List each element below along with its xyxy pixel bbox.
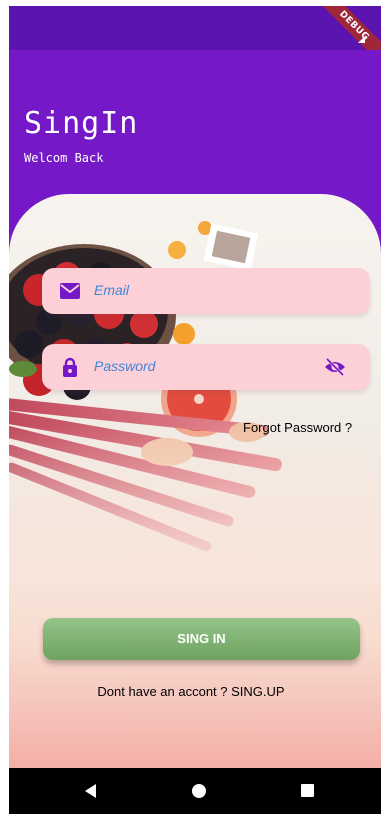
eye-off-icon[interactable] — [324, 357, 346, 377]
background-fade — [9, 424, 381, 584]
signal-icon — [358, 36, 365, 43]
forgot-password-link[interactable]: Forgot Password ? — [243, 420, 352, 435]
mail-icon — [60, 283, 80, 299]
status-bar: DEBUG — [9, 6, 381, 71]
sign-up-link[interactable]: Dont have an accont ? SING.UP — [0, 684, 382, 699]
android-nav-bar — [9, 768, 381, 814]
email-field[interactable]: Email — [42, 268, 370, 314]
lock-icon — [63, 357, 77, 377]
sign-in-button[interactable]: SING IN — [43, 618, 360, 660]
page-title: SingIn — [24, 106, 139, 141]
home-circle-icon[interactable] — [192, 784, 206, 798]
back-triangle-icon[interactable] — [85, 784, 96, 798]
password-placeholder: Password — [94, 358, 156, 374]
email-placeholder: Email — [94, 282, 130, 298]
password-field[interactable]: Password — [42, 344, 370, 390]
recent-square-icon[interactable] — [301, 784, 314, 797]
page-subtitle: Welcom Back — [24, 151, 104, 165]
